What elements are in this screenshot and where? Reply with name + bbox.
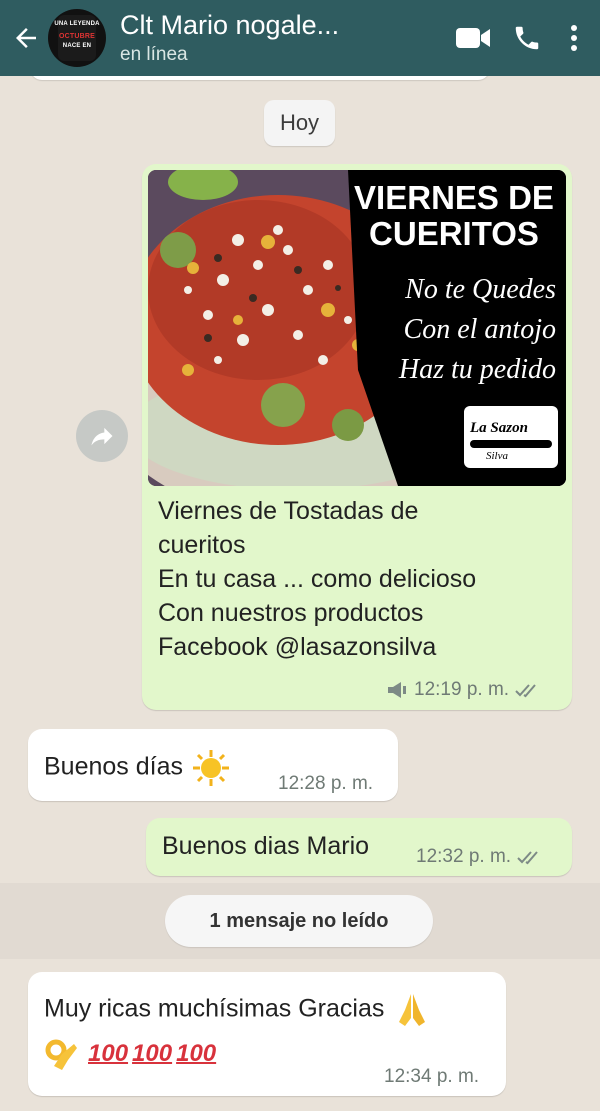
emoji-line: 100 100 100 (44, 1036, 220, 1072)
incoming-message-bubble[interactable]: Muy ricas muchísimas Gracias 100 100 100… (28, 972, 506, 1096)
outgoing-message-bubble[interactable]: Buenos dias Mario 12:32 p. m. (146, 818, 572, 876)
message-time: 12:32 p. m. (416, 846, 512, 867)
chat-header: UNA LEYENDA OCTUBRE NACE EN Clt Mario no… (0, 0, 600, 76)
video-call-icon (456, 28, 490, 48)
message-text: Buenos días (44, 749, 230, 787)
phone-call-button[interactable] (500, 0, 554, 76)
message-time: 12:34 p. m. (384, 1066, 480, 1087)
message-meta: 12:32 p. m. (416, 846, 543, 868)
video-call-button[interactable] (446, 0, 500, 76)
incoming-message-bubble[interactable]: Buenos días 12:28 p. m. (28, 729, 398, 801)
hundred-points-emoji: 100 (132, 1040, 173, 1067)
more-options-icon (571, 25, 577, 51)
ok-hand-emoji-icon (45, 1039, 77, 1070)
poster-script-text: No te Quedes Con el antojo Haz tu pedido (398, 274, 556, 385)
message-meta: 12:19 p. m. (386, 679, 541, 701)
more-options-button[interactable] (554, 0, 594, 76)
sun-emoji-icon (192, 750, 229, 786)
unread-messages-divider: 1 mensaje no leído (165, 895, 433, 947)
brand-logo: La Sazon Silva (464, 406, 558, 468)
forward-icon (91, 427, 113, 446)
double-check-icon (517, 851, 538, 865)
date-chip: Hoy (264, 100, 335, 146)
hundred-points-emoji: 100 (88, 1040, 129, 1067)
phone-icon (515, 26, 539, 50)
forward-button[interactable] (76, 410, 128, 462)
back-button[interactable] (4, 0, 48, 76)
contact-name: Clt Mario nogale... (120, 10, 340, 40)
back-arrow-icon (16, 28, 36, 48)
image-caption: Viernes de Tostadas de cueritos En tu ca… (158, 497, 477, 661)
message-time: 12:28 p. m. (278, 773, 374, 794)
message-text: Buenos dias Mario (162, 832, 370, 860)
poster-headline: VIERNES DE CUERITOS (354, 179, 554, 252)
image-message-bubble[interactable]: VIERNES DE CUERITOS No te Quedes Con el … (142, 164, 572, 710)
hundred-points-emoji: 100 (176, 1040, 217, 1067)
food-poster-image[interactable]: VIERNES DE CUERITOS No te Quedes Con el … (148, 170, 566, 486)
broadcast-icon (388, 682, 406, 698)
contact-info[interactable]: Clt Mario nogale... en línea (120, 10, 446, 66)
double-check-icon (515, 684, 536, 698)
avatar[interactable]: UNA LEYENDA OCTUBRE NACE EN (48, 9, 106, 67)
praying-hands-emoji-icon (399, 994, 426, 1026)
message-text: Muy ricas muchísimas Gracias (44, 992, 429, 1028)
message-time: 12:19 p. m. (414, 679, 510, 700)
contact-status: en línea (120, 44, 188, 65)
